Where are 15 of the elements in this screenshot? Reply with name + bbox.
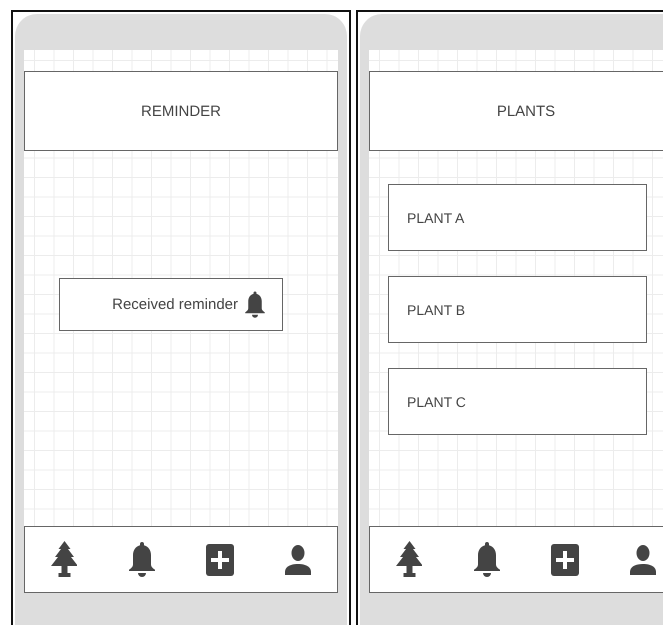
header-title: REMINDER [24,71,338,151]
header-title: PLANTS [369,71,663,151]
bell-icon[interactable] [126,540,158,580]
person-icon[interactable] [630,544,656,574]
person-icon[interactable] [285,544,311,574]
tree-icon[interactable] [51,540,77,578]
notification-text: Received reminder [112,296,238,313]
plant-item[interactable]: PLANT A [388,184,647,251]
plus-square-icon[interactable] [206,544,234,576]
plant-item[interactable]: PLANT B [388,276,647,343]
bell-icon[interactable] [471,540,503,580]
tree-icon[interactable] [396,540,422,578]
bell-icon [243,290,267,320]
plant-item[interactable]: PLANT C [388,368,647,435]
plus-square-icon[interactable] [551,544,579,576]
